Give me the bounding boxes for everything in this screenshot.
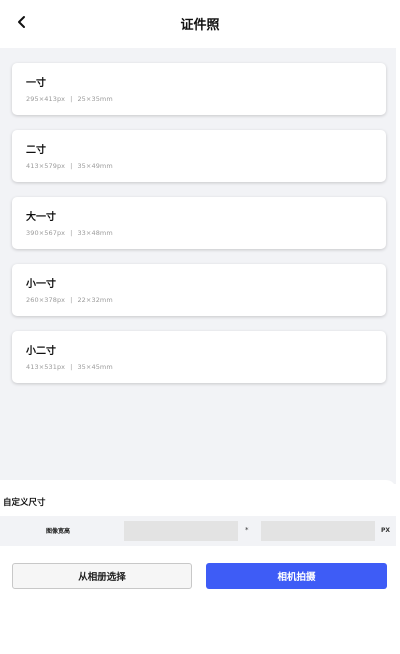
top-bar: 证件照 [0, 0, 400, 48]
size-px: 413×579px [26, 162, 66, 170]
size-mm: 33×48mm [77, 229, 113, 237]
image-size-label: 图像宽高 [46, 528, 71, 535]
width-input[interactable] [124, 521, 238, 541]
custom-size-title: 自定义尺寸 [3, 498, 46, 508]
size-px: 295×413px [26, 95, 66, 103]
spec-separator: | [70, 95, 73, 103]
size-card-2-inch[interactable]: 二寸 413×579px | 35×49mm [12, 130, 386, 182]
size-name: 一寸 [26, 78, 46, 89]
custom-size-row: 图像宽高 * PX [0, 516, 396, 546]
id-photo-screen: 证件照 一寸 295×413px | 25×35mm 二寸 413×579px | 35… [0, 0, 400, 654]
size-name: 小二寸 [26, 346, 56, 357]
size-px: 260×378px [26, 296, 66, 304]
size-spec: 413×531px | 35×45mm [26, 363, 113, 371]
size-spec: 260×378px | 22×32mm [26, 296, 113, 304]
size-card-large-1-inch[interactable]: 大一寸 390×567px | 33×48mm [12, 197, 386, 249]
size-px: 413×531px [26, 363, 66, 371]
height-input[interactable] [261, 521, 375, 541]
spec-separator: | [70, 162, 73, 170]
custom-size-panel: 自定义尺寸 图像宽高 * PX [0, 480, 396, 548]
size-mm: 25×35mm [77, 95, 113, 103]
size-mm: 35×45mm [77, 363, 113, 371]
size-card-1-inch[interactable]: 一寸 295×413px | 25×35mm [12, 63, 386, 115]
size-mm: 22×32mm [77, 296, 113, 304]
times-symbol: * [245, 526, 249, 534]
spec-separator: | [70, 296, 73, 304]
size-px: 390×567px [26, 229, 66, 237]
size-name: 小一寸 [26, 279, 56, 290]
unit-label: PX [381, 527, 391, 534]
size-list: 一寸 295×413px | 25×35mm 二寸 413×579px | 35×49m… [0, 48, 396, 484]
size-card-small-2-inch[interactable]: 小二寸 413×531px | 35×45mm [12, 331, 386, 383]
size-card-small-1-inch[interactable]: 小一寸 260×378px | 22×32mm [12, 264, 386, 316]
page-title: 证件照 [180, 18, 220, 33]
size-name: 大一寸 [26, 212, 56, 223]
spec-separator: | [70, 363, 73, 371]
size-mm: 35×49mm [77, 162, 113, 170]
size-spec: 413×579px | 35×49mm [26, 162, 113, 170]
size-name: 二寸 [26, 145, 46, 156]
spec-separator: | [70, 229, 73, 237]
choose-from-album-button[interactable]: 从相册选择 [12, 563, 192, 589]
size-spec: 390×567px | 33×48mm [26, 229, 113, 237]
camera-capture-button[interactable]: 相机拍摄 [206, 563, 387, 589]
size-spec: 295×413px | 25×35mm [26, 95, 113, 103]
